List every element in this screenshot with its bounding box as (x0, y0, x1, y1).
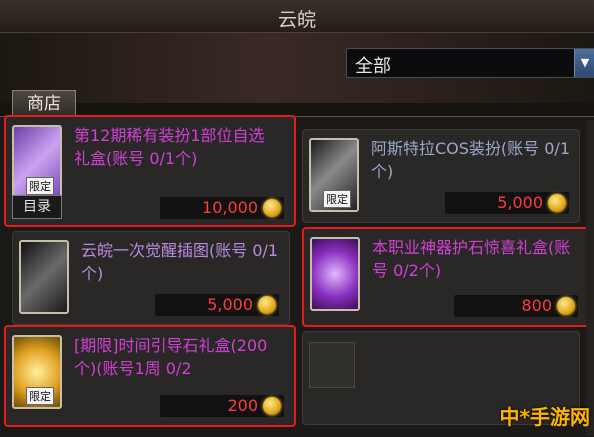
item-price: 5,000 (497, 193, 543, 212)
limited-badge: 限定 (26, 177, 54, 195)
shop-item-card[interactable]: 限定 [期限]时间引导石礼盒(200个)(账号1周 0/2 200 (4, 325, 296, 427)
shop-item-card[interactable]: 云皖一次觉醒插图(账号 0/1个) 5,000 (12, 231, 290, 325)
item-name: 第12期稀有装扮1部位自选礼盒(账号 0/1个) (74, 126, 265, 168)
item-price: 5,000 (207, 295, 253, 314)
limited-badge: 限定 (323, 190, 351, 208)
scrollbar[interactable] (586, 120, 594, 436)
item-name: 云皖一次觉醒插图(账号 0/1个) (81, 241, 279, 283)
item-price: 10,000 (202, 198, 258, 217)
gold-coin-icon (258, 296, 276, 314)
item-name: [期限]时间引导石礼盒(200个)(账号1周 0/2 (74, 336, 268, 378)
shop-item-card[interactable]: 限定 目录 第12期稀有装扮1部位自选礼盒(账号 0/1个) 10,000 (4, 115, 296, 227)
awakening-illustration-icon (19, 240, 69, 314)
window-title: 云皖 (277, 9, 316, 31)
item-price: 800 (521, 296, 552, 315)
shop-item-card[interactable]: 本职业神器护石惊喜礼盒(账号 0/2个) 800 (302, 227, 590, 327)
item-price: 200 (227, 396, 258, 415)
price-box: 800 (454, 295, 578, 317)
shop-panel: 限定 目录 第12期稀有装扮1部位自选礼盒(账号 0/1个) 10,000 限定… (0, 115, 594, 437)
shop-item-card[interactable]: 限定 阿斯特拉COS装扮(账号 0/1个) 5,000 (302, 129, 580, 223)
item-name: 阿斯特拉COS装扮(账号 0/1个) (371, 139, 571, 181)
limited-badge: 限定 (26, 387, 54, 405)
price-box: 200 (160, 395, 284, 417)
category-filter-dropdown[interactable]: 全部 ▼ (346, 48, 594, 78)
artifact-stone-gift-icon (310, 237, 360, 311)
gold-coin-icon (557, 297, 575, 315)
gold-coin-icon (263, 199, 281, 217)
tab-shop[interactable]: 商店 (12, 90, 76, 117)
empty-item-slot (309, 342, 355, 388)
watermark-logo: 中*手游网 (499, 405, 590, 429)
time-stone-box-icon: 限定 (12, 335, 62, 409)
filter-selected-value: 全部 (355, 56, 391, 77)
dropdown-arrow-icon[interactable]: ▼ (574, 49, 594, 77)
gold-coin-icon (263, 397, 281, 415)
price-box: 5,000 (155, 294, 279, 316)
item-name: 本职业神器护石惊喜礼盒(账号 0/2个) (372, 238, 571, 280)
price-box: 5,000 (445, 192, 569, 214)
catalog-button[interactable]: 目录 (12, 195, 62, 219)
purple-gift-icon: 限定 (12, 125, 62, 199)
astra-costume-icon: 限定 (309, 138, 359, 212)
price-box: 10,000 (160, 197, 284, 219)
gold-coin-icon (548, 194, 566, 212)
title-bar: 云皖 (0, 0, 594, 33)
